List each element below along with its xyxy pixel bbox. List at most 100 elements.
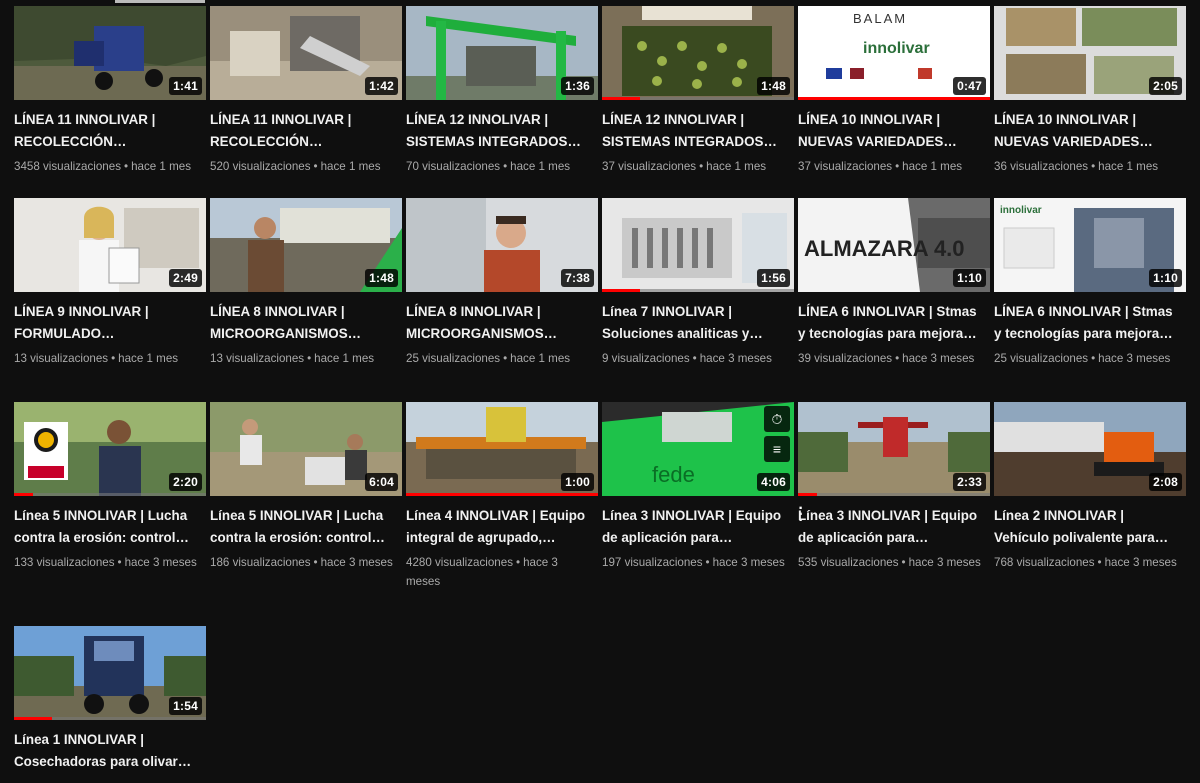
video-title[interactable]: Línea 4 INNOLIVAR | Equipo integral de a… bbox=[406, 505, 586, 549]
view-count: 13 visualizaciones bbox=[14, 352, 109, 365]
video-card[interactable]: 6:04 Línea 5 INNOLIVAR | Lucha contra la … bbox=[210, 402, 402, 572]
video-thumbnail[interactable]: 1:54 bbox=[14, 626, 206, 720]
video-title[interactable]: Línea 7 INNOLIVAR | Soluciones analitica… bbox=[602, 301, 782, 345]
video-title[interactable]: Línea 5 INNOLIVAR | Lucha contra la eros… bbox=[210, 505, 390, 549]
view-count: 39 visualizaciones bbox=[798, 352, 893, 365]
video-card[interactable]: 1:36 LÍNEA 12 INNOLIVAR | SISTEMAS INTEGR… bbox=[406, 6, 598, 176]
video-card[interactable]: 2:05 LÍNEA 10 INNOLIVAR | NUEVAS VARIEDAD… bbox=[994, 6, 1186, 176]
video-metadata: 3458 visualizaciones • hace 1 mes bbox=[14, 157, 200, 176]
video-card[interactable]: 1:48 LÍNEA 12 INNOLIVAR | SISTEMAS INTEGR… bbox=[602, 6, 794, 176]
video-thumbnail[interactable]: 2:49 bbox=[14, 198, 206, 292]
video-thumbnail[interactable]: fede 4:06 ⏱ ≡ bbox=[602, 402, 794, 496]
video-card[interactable]: · · · fede 4:06 ⏱ ≡ Línea 3 INNOLIVAR | Equipo … bbox=[602, 402, 804, 572]
video-metadata: 70 visualizaciones • hace 1 mes bbox=[406, 157, 592, 176]
video-metadata: 520 visualizaciones • hace 1 mes bbox=[210, 157, 396, 176]
upload-age: hace 1 mes bbox=[320, 160, 381, 173]
top-scroll-indicator bbox=[115, 0, 205, 3]
video-thumbnail[interactable]: ALMAZARA 4.0 1:10 bbox=[798, 198, 990, 292]
video-card[interactable]: 2:49 LÍNEA 9 INNOLIVAR | FORMULADO… 13 vis… bbox=[14, 198, 206, 368]
video-metadata: 768 visualizaciones • hace 3 meses bbox=[994, 553, 1180, 572]
view-count: 9 visualizaciones bbox=[602, 352, 690, 365]
video-thumbnail[interactable]: 2:20 bbox=[14, 402, 206, 496]
video-thumbnail[interactable]: 2:08 bbox=[994, 402, 1186, 496]
video-card[interactable]: 2:08 Línea 2 INNOLIVAR | Vehículo polival… bbox=[994, 402, 1186, 572]
video-thumbnail[interactable]: 1:42 bbox=[210, 6, 402, 100]
separator-dot: • bbox=[117, 556, 122, 569]
video-title[interactable]: LÍNEA 8 INNOLIVAR | MICROORGANISMOS… bbox=[406, 301, 586, 345]
video-duration: 0:47 bbox=[953, 77, 986, 95]
watch-progress-track bbox=[798, 493, 990, 496]
video-metadata: 36 visualizaciones • hace 1 mes bbox=[994, 157, 1180, 176]
video-thumbnail[interactable]: 7:38 bbox=[406, 198, 598, 292]
view-count: 535 visualizaciones bbox=[798, 556, 899, 569]
video-duration: 1:10 bbox=[953, 269, 986, 287]
video-thumbnail[interactable]: 1:36 bbox=[406, 6, 598, 100]
video-card[interactable]: 1:42 LÍNEA 11 INNOLIVAR | RECOLECCIÓN INT… bbox=[210, 6, 402, 176]
video-thumbnail[interactable]: 1:48 bbox=[602, 6, 794, 100]
video-title[interactable]: Línea 3 INNOLIVAR | Equipo de aplicación… bbox=[602, 505, 782, 549]
video-thumbnail[interactable]: innolivar 1:10 bbox=[994, 198, 1186, 292]
video-title[interactable]: Línea 3 INNOLIVAR | Equipo de aplicación… bbox=[798, 505, 978, 549]
video-title[interactable]: LÍNEA 6 INNOLIVAR | Stmas y tecnologías … bbox=[994, 301, 1174, 345]
upload-age: hace 3 meses bbox=[1098, 352, 1171, 365]
video-thumbnail[interactable]: 2:33 bbox=[798, 402, 990, 496]
video-thumbnail[interactable]: 1:56 bbox=[602, 198, 794, 292]
queue-icon[interactable]: ≡ bbox=[764, 436, 790, 462]
video-duration: 1:56 bbox=[757, 269, 790, 287]
separator-dot: • bbox=[124, 160, 129, 173]
video-title[interactable]: LÍNEA 11 INNOLIVAR | RECOLECCIÓN INTEGRA… bbox=[14, 109, 194, 153]
upload-age: hace 1 mes bbox=[1098, 160, 1159, 173]
video-title[interactable]: LÍNEA 10 INNOLIVAR | NUEVAS VARIEDADES D… bbox=[994, 109, 1174, 153]
video-card[interactable]: 1:41 LÍNEA 11 INNOLIVAR | RECOLECCIÓN INT… bbox=[14, 6, 206, 176]
video-metadata: 4280 visualizaciones • hace 3 meses bbox=[406, 553, 592, 591]
video-title[interactable]: LÍNEA 11 INNOLIVAR | RECOLECCIÓN INTEGRA… bbox=[210, 109, 390, 153]
video-thumbnail[interactable]: 2:05 bbox=[994, 6, 1186, 100]
separator-dot: • bbox=[111, 352, 116, 365]
video-card[interactable]: ALMAZARA 4.0 1:10 LÍNEA 6 INNOLIVAR | Stma… bbox=[798, 198, 990, 368]
view-count: 70 visualizaciones bbox=[406, 160, 501, 173]
video-card[interactable]: 7:38 LÍNEA 8 INNOLIVAR | MICROORGANISMOS…… bbox=[406, 198, 598, 368]
video-card[interactable]: 2:33 Línea 3 INNOLIVAR | Equipo de aplica… bbox=[798, 402, 990, 572]
video-thumbnail[interactable]: 1:00 bbox=[406, 402, 598, 496]
separator-dot: • bbox=[503, 160, 508, 173]
video-thumbnail[interactable]: BALAM innolivar 0:47 bbox=[798, 6, 990, 100]
separator-dot: • bbox=[516, 556, 521, 569]
video-card[interactable]: 1:48 LÍNEA 8 INNOLIVAR | MICROORGANISMOS…… bbox=[210, 198, 402, 368]
watch-progress-bar bbox=[406, 493, 598, 496]
view-count: 37 visualizaciones bbox=[602, 160, 697, 173]
upload-age: hace 1 mes bbox=[510, 352, 571, 365]
upload-age: hace 3 meses bbox=[320, 556, 393, 569]
video-metadata: 133 visualizaciones • hace 3 meses bbox=[14, 553, 200, 572]
video-title[interactable]: LÍNEA 12 INNOLIVAR | SISTEMAS INTEGRADOS… bbox=[406, 109, 586, 153]
watch-progress-bar bbox=[798, 493, 818, 496]
video-title[interactable]: LÍNEA 9 INNOLIVAR | FORMULADO… bbox=[14, 301, 194, 345]
separator-dot: • bbox=[1091, 160, 1096, 173]
video-title[interactable]: Línea 5 INNOLIVAR | Lucha contra la eros… bbox=[14, 505, 194, 549]
video-thumbnail[interactable]: 6:04 bbox=[210, 402, 402, 496]
watch-progress-bar bbox=[14, 717, 53, 720]
video-thumbnail[interactable]: 1:41 bbox=[14, 6, 206, 100]
video-card[interactable]: BALAM innolivar 0:47 LÍNEA 10 INNOLIVAR | N… bbox=[798, 6, 990, 176]
video-duration: 7:38 bbox=[561, 269, 594, 287]
video-title[interactable]: LÍNEA 12 INNOLIVAR | SISTEMAS INTEGRADOS… bbox=[602, 109, 782, 153]
video-thumbnail[interactable]: 1:48 bbox=[210, 198, 402, 292]
video-title[interactable]: Línea 1 INNOLIVAR | Cosechadoras para ol… bbox=[14, 729, 194, 773]
clock-icon[interactable]: ⏱ bbox=[764, 406, 790, 432]
video-card[interactable]: innolivar 1:10 LÍNEA 6 INNOLIVAR | Stmas y… bbox=[994, 198, 1186, 368]
separator-dot: • bbox=[1097, 556, 1102, 569]
video-title[interactable]: LÍNEA 8 INNOLIVAR | MICROORGANISMOS… bbox=[210, 301, 390, 345]
video-metadata: 39 visualizaciones • hace 3 meses bbox=[798, 349, 984, 368]
video-metadata: 13 visualizaciones • hace 1 mes bbox=[14, 349, 200, 368]
upload-age: hace 3 meses bbox=[699, 352, 772, 365]
video-title[interactable]: LÍNEA 6 INNOLIVAR | Stmas y tecnologías … bbox=[798, 301, 978, 345]
video-duration: 2:20 bbox=[169, 473, 202, 491]
video-card[interactable]: 1:56 Línea 7 INNOLIVAR | Soluciones anali… bbox=[602, 198, 794, 368]
video-duration: 1:10 bbox=[1149, 269, 1182, 287]
video-card[interactable]: 1:54 Línea 1 INNOLIVAR | Cosechadoras par… bbox=[14, 626, 206, 773]
video-title[interactable]: Línea 2 INNOLIVAR | Vehículo polivalente… bbox=[994, 505, 1174, 549]
upload-age: hace 1 mes bbox=[510, 160, 571, 173]
view-count: 520 visualizaciones bbox=[210, 160, 311, 173]
video-title[interactable]: LÍNEA 10 INNOLIVAR | NUEVAS VARIEDADES D… bbox=[798, 109, 978, 153]
video-card[interactable]: 2:20 Línea 5 INNOLIVAR | Lucha contra la … bbox=[14, 402, 206, 572]
video-card[interactable]: 1:00 Línea 4 INNOLIVAR | Equipo integral … bbox=[406, 402, 598, 591]
